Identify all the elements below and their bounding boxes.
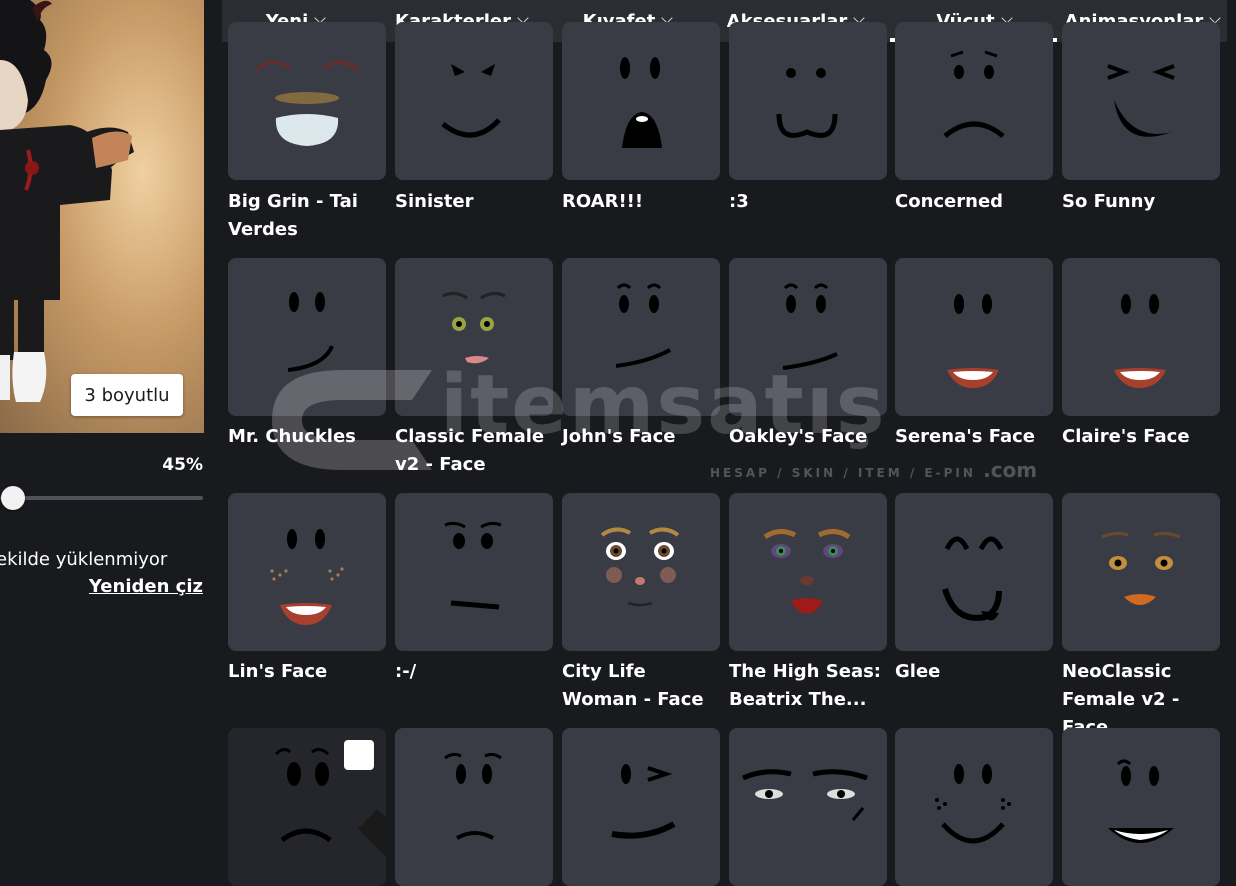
item-thumbnail[interactable] [228,493,386,651]
item-name: John's Face [562,426,676,447]
load-warning-text: ekilde yüklenmiyor [0,549,168,570]
zoom-level: 45% [162,455,203,475]
item-thumbnail[interactable] [729,493,887,651]
item-thumbnail[interactable] [228,728,386,886]
face-big-grin-icon [255,61,359,146]
face-johns-face-icon [615,283,671,368]
redraw-link[interactable]: Yeniden çiz [89,576,203,597]
item-name: :-/ [395,661,417,682]
item-thumbnail[interactable] [562,22,720,180]
item-name: Serena's Face [895,426,1035,447]
item-name: City Life Woman - Face [562,661,704,710]
face-sad-eyebrows-icon [444,752,502,840]
item-thumbnail[interactable] [1062,728,1220,886]
face-unamused-icon [444,521,502,610]
item-thumbnail[interactable] [729,258,887,416]
item-thumbnail[interactable] [562,728,720,886]
face-neoclassic-female-icon [1101,531,1181,605]
face-lins-face-icon [270,529,344,625]
face-high-seas-beatrix-icon [763,529,851,614]
zoom-slider-track[interactable] [0,496,203,500]
item-thumbnail[interactable] [562,258,720,416]
item-thumbnail[interactable] [562,493,720,651]
item-thumbnail[interactable] [1062,493,1220,651]
item-name: :3 [729,191,749,212]
item-thumbnail[interactable] [895,728,1053,886]
item-name: Sinister [395,191,474,212]
item-name: ROAR!!! [562,191,644,212]
item-thumbnail[interactable] [895,258,1053,416]
item-name: Mr. Chuckles [228,426,356,447]
item-thumbnail[interactable] [395,493,553,651]
item-thumbnail[interactable] [228,22,386,180]
item-name: Concerned [895,191,1004,212]
face-roar-icon [620,57,662,148]
face-wink-icon [611,764,676,839]
item-name: Big Grin - Tai Verdes [228,191,358,240]
face-city-life-woman-icon [600,527,680,607]
face-big-smile-icon [1108,759,1174,843]
item-name: So Funny [1062,191,1156,212]
face-concerned-icon [943,50,1005,138]
face-oakleys-face-icon [782,283,838,370]
face-stern-eyes-icon [741,769,868,821]
item-thumbnail[interactable] [1062,22,1220,180]
face-glee-icon [942,536,1004,621]
selected-check-icon[interactable] [344,740,386,857]
item-thumbnail[interactable] [395,258,553,416]
avatar-figure [0,0,134,402]
item-thumbnail[interactable] [395,22,553,180]
avatar-preview[interactable]: 3 boyutlu [0,0,204,433]
item-thumbnail[interactable] [395,728,553,886]
view-3d-button[interactable]: 3 boyutlu [71,374,183,416]
item-name: The High Seas: Beatrix The... [729,661,881,710]
face-classic-female-icon [442,291,506,364]
face-cat-smile-icon [776,68,838,138]
face-mr-chuckles-icon [287,292,334,372]
face-so-funny-icon [1107,64,1175,137]
item-name: Glee [895,661,941,682]
item-name: Claire's Face [1062,426,1190,447]
item-name: Classic Female v2 - Face [395,426,545,475]
item-thumbnail[interactable] [1062,258,1220,416]
watermark-tagline: HESAP / SKIN / ITEM / E-PIN .com [710,458,1038,482]
face-sinister-icon [441,64,501,138]
item-thumbnail[interactable] [729,728,887,886]
zoom-slider-thumb[interactable] [1,486,25,510]
item-thumbnail[interactable] [228,258,386,416]
item-name: Lin's Face [228,661,328,682]
face-freckle-smile-icon [935,764,1011,844]
item-name: Oakley's Face [729,426,868,447]
item-thumbnail[interactable] [895,22,1053,180]
item-thumbnail[interactable] [729,22,887,180]
face-claires-face-icon [1114,294,1166,388]
face-serenas-face-icon [947,294,999,388]
item-thumbnail[interactable] [895,493,1053,651]
